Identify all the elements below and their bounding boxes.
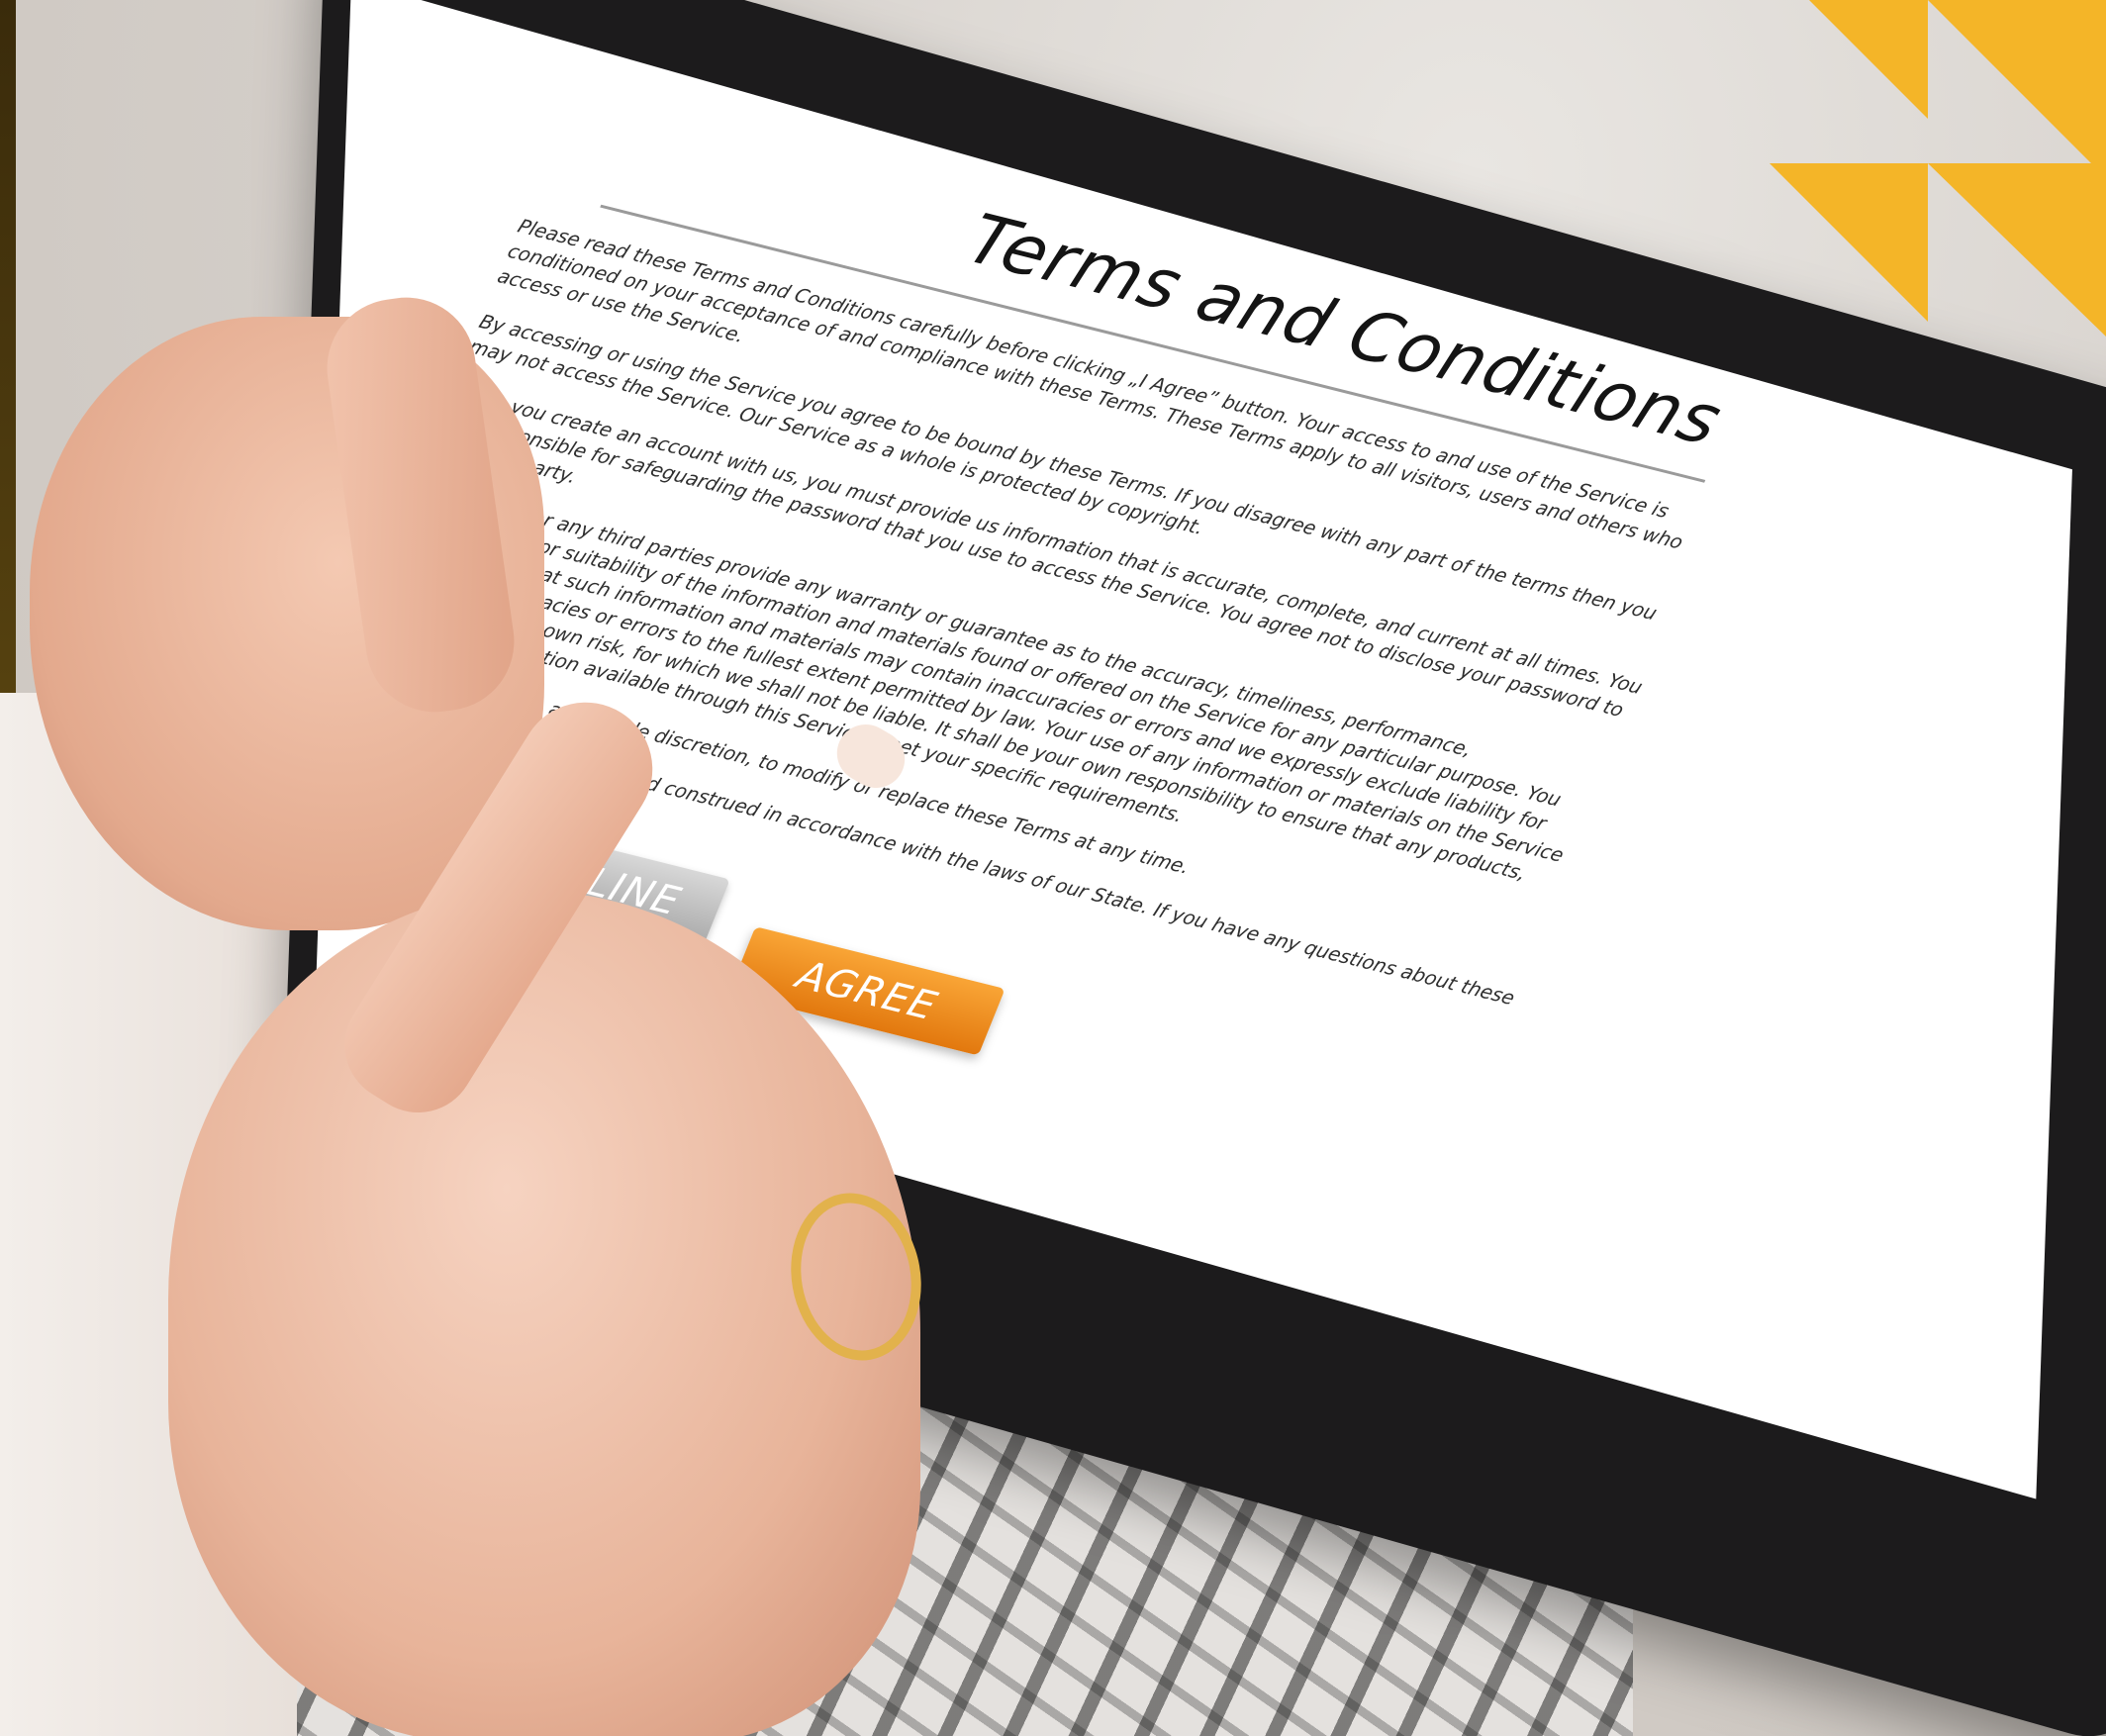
corner-triangle-3 — [1770, 163, 1928, 322]
corner-triangle-decoration — [1770, 0, 2106, 337]
corner-triangle-2 — [1928, 0, 2106, 178]
corner-triangle-4 — [1928, 163, 2106, 337]
corner-triangle-1 — [1809, 0, 1928, 119]
photo-scene: Terms and Conditions Please read these T… — [0, 0, 2106, 1736]
